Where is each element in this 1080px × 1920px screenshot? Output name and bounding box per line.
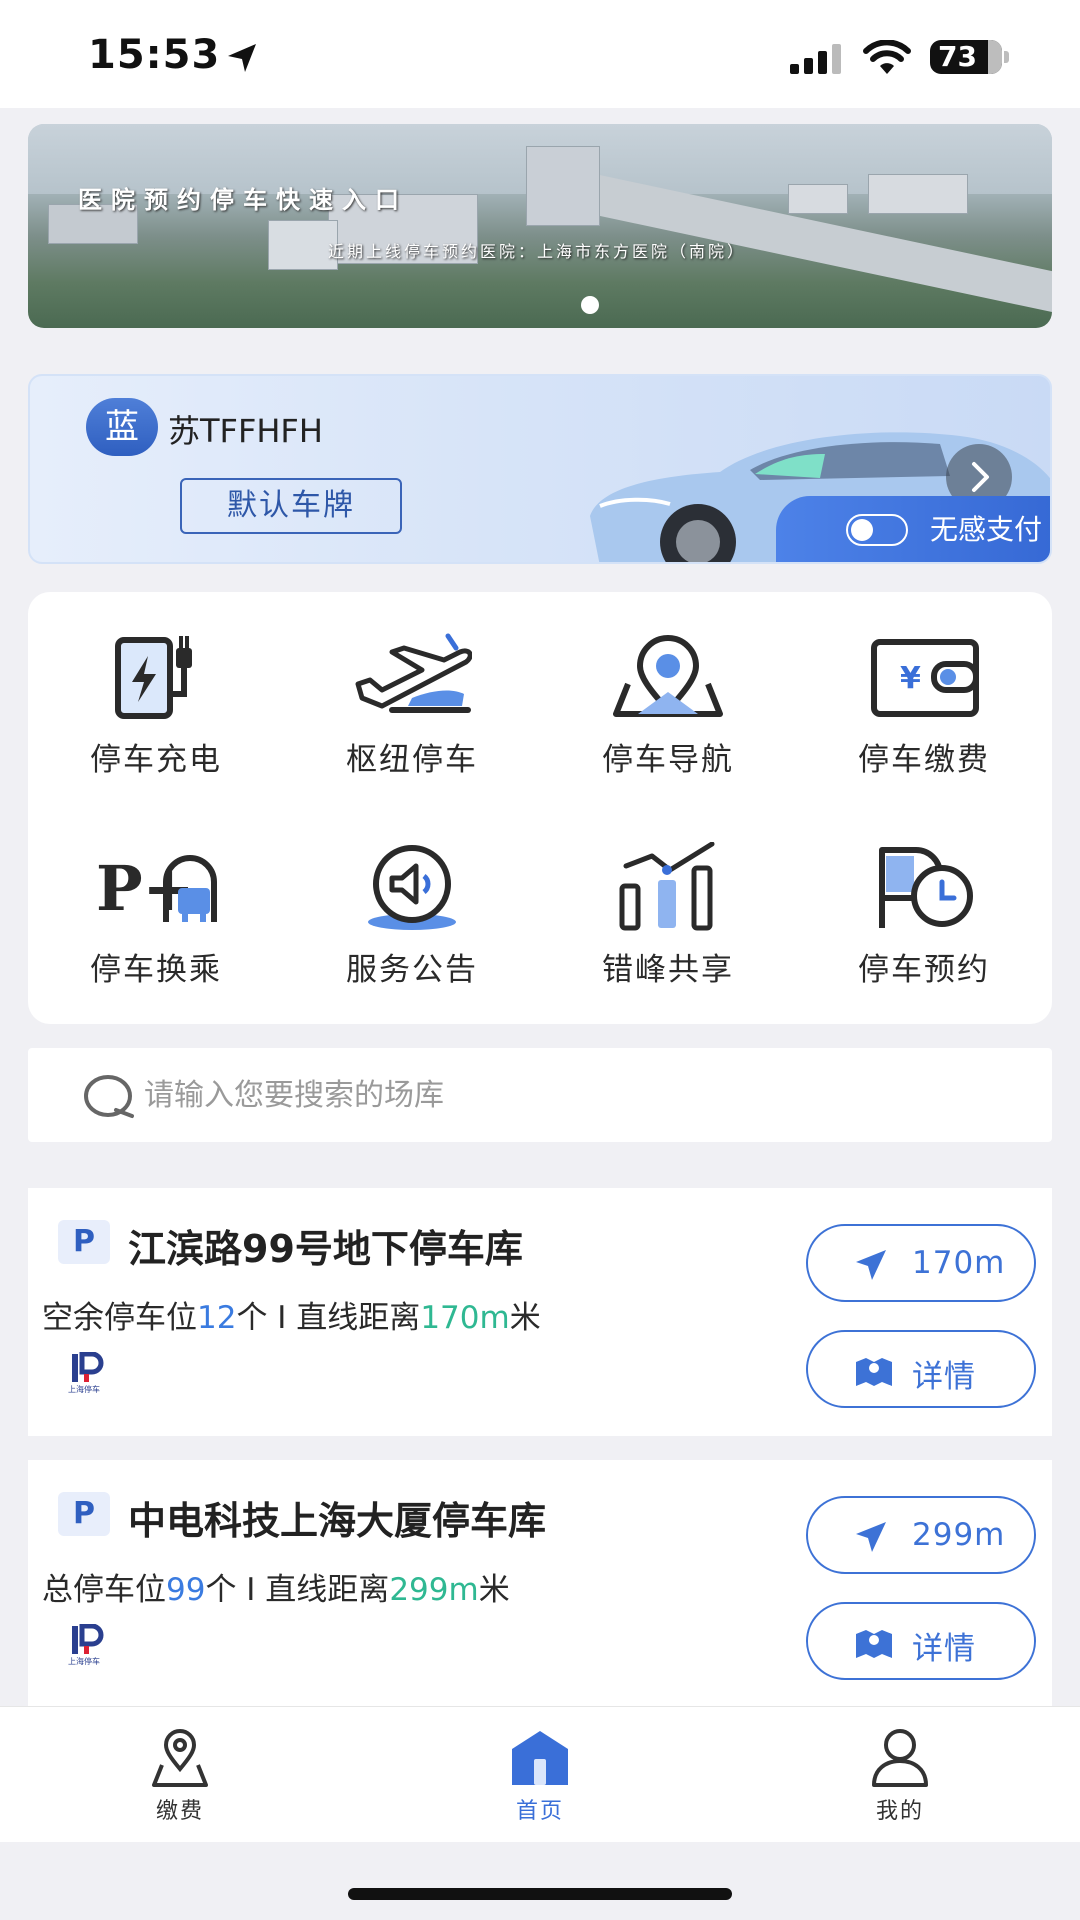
hospital-parking-banner[interactable]: 医院预约停车快速入口 近期上线停车预约医院：上海市东方医院（南院） [28,124,1052,328]
search-icon [84,1075,134,1118]
detail-button[interactable]: 详情 [806,1330,1036,1408]
map-pin-icon [613,635,723,717]
tab-mine[interactable]: 我的 [800,1707,1000,1843]
service-parking-payment[interactable]: ¥ 停车缴费 [796,592,1052,802]
map-detail-icon [856,1358,892,1386]
nav-distance-label: 170m [912,1245,1006,1281]
battery-level: 73 [938,40,977,73]
service-parking-reservation[interactable]: 停车预约 [796,802,1052,1012]
search-input[interactable] [144,1068,1004,1122]
banner-title: 医院预约停车快速入口 [78,185,408,214]
lot-info: 空余停车位12个 I 直线距离170m米 [42,1300,541,1336]
shanghai-parking-logo: 上海停车 [68,1351,106,1398]
license-plate-card[interactable]: 蓝 苏TFFHFH 默认车牌 无感支付 [28,374,1052,564]
map-detail-icon [856,1630,892,1658]
parking-p-badge: P [58,1220,110,1264]
lot-name: 江滨路99号地下停车库 [128,1227,523,1271]
tab-payment[interactable]: 缴费 [80,1707,280,1843]
lot-spaces: 99 [166,1572,206,1608]
bottom-tab-bar: 缴费 首页 我的 [0,1706,1080,1842]
status-time: 15:53 [88,32,221,78]
no-pay-toggle[interactable] [846,514,908,546]
service-ev-charging[interactable]: 停车充电 [28,592,284,802]
parking-p-badge: P [58,1492,110,1536]
tab-label: 首页 [515,1799,564,1824]
cellular-signal-icon [790,44,841,74]
location-arrow-icon [228,44,256,72]
parking-clock-icon [879,847,973,928]
logo-text: 上海停车 [68,1657,100,1666]
service-announcements[interactable]: 服务公告 [284,802,540,1012]
service-label: 枢纽停车 [346,742,478,778]
airplane-icon [355,633,472,713]
carousel-indicator-dot [581,296,599,314]
no-pay-label: 无感支付 [930,513,1043,546]
send-navigation-icon [856,1522,886,1552]
service-label: 错峰共享 [602,952,734,988]
logo-text: 上海停车 [68,1385,100,1394]
tab-label: 我的 [875,1799,924,1824]
location-person-icon [152,1729,208,1787]
service-hub-parking[interactable]: 枢纽停车 [284,592,540,802]
lot-info: 总停车位99个 I 直线距离299m米 [42,1572,510,1608]
tab-home[interactable]: 首页 [440,1707,640,1843]
lot-distance: 299m [389,1572,479,1608]
tab-label: 缴费 [155,1799,204,1824]
service-grid: 停车充电 枢纽停车 停车导航 ¥ 停车缴费 P+ 停车换乘 服务公告 错峰共享 … [28,592,1052,1024]
plate-number: 苏TFFHFH [168,412,323,450]
service-label: 停车缴费 [858,742,990,778]
detail-label: 详情 [912,1631,976,1667]
bar-trend-icon [619,842,715,931]
search-bar [28,1048,1052,1142]
home-icon [512,1731,568,1785]
service-label: 停车换乘 [90,952,222,988]
service-parking-nav[interactable]: 停车导航 [540,592,796,802]
park-and-ride-icon: P+ [96,852,217,925]
shanghai-parking-logo: 上海停车 [68,1623,106,1670]
navigate-button[interactable]: 299m [806,1496,1036,1574]
navigate-button[interactable]: 170m [806,1224,1036,1302]
service-label: 停车充电 [90,742,222,778]
user-icon [872,1729,928,1787]
service-label: 停车预约 [858,952,990,988]
service-park-and-ride[interactable]: P+ 停车换乘 [28,802,284,1012]
lot-distance: 170m [420,1300,510,1336]
plate-color-badge: 蓝 [86,398,158,456]
lot-name: 中电科技上海大厦停车库 [128,1499,547,1543]
home-indicator [348,1888,732,1900]
parking-lot-card[interactable]: P 江滨路99号地下停车库 空余停车位12个 I 直线距离170m米 上海停车 … [28,1188,1052,1436]
service-off-peak-sharing[interactable]: 错峰共享 [540,802,796,1012]
status-bar: 15:53 73 [0,0,1080,108]
nav-distance-label: 299m [912,1517,1006,1553]
service-label: 服务公告 [346,952,478,988]
lot-spaces: 12 [197,1300,237,1336]
battery-indicator: 73 [930,40,1002,74]
send-navigation-icon [856,1250,886,1280]
wifi-icon [863,40,911,74]
wallet-yen-icon: ¥ [871,639,979,717]
ev-charging-icon [115,636,192,719]
svg-text:¥: ¥ [900,661,921,696]
banner-subtitle: 近期上线停车预约医院：上海市东方医院（南院） [328,242,747,261]
service-label: 停车导航 [602,742,734,778]
detail-button[interactable]: 详情 [806,1602,1036,1680]
default-plate-button[interactable]: 默认车牌 [180,478,402,534]
announcement-speaker-icon [368,845,456,930]
detail-label: 详情 [912,1359,976,1395]
parking-lot-card[interactable]: P 中电科技上海大厦停车库 总停车位99个 I 直线距离299m米 上海停车 2… [28,1460,1052,1706]
